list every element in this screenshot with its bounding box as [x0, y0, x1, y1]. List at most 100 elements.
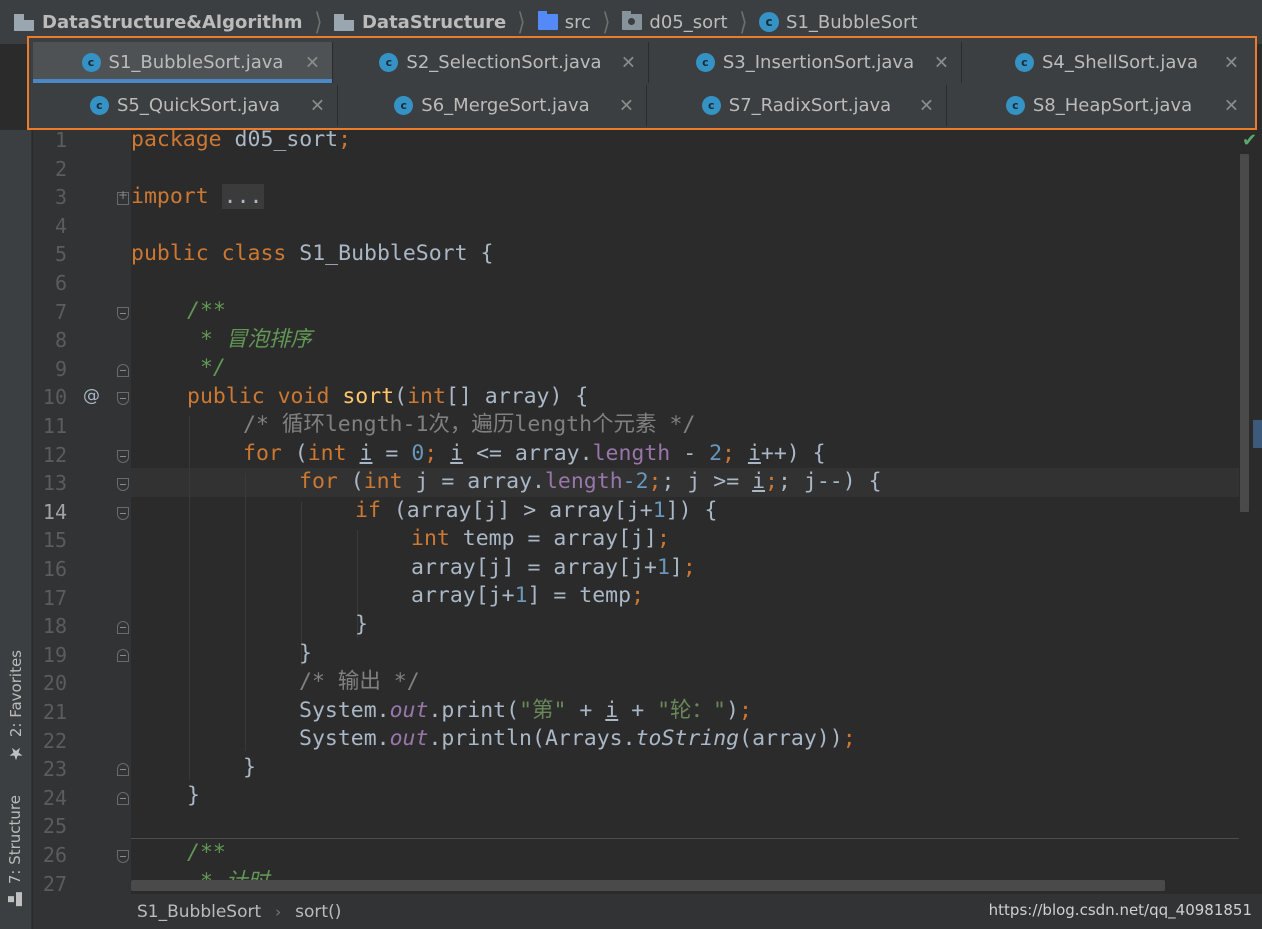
code-line-15: if (array[j] > array[j+1]) { — [355, 498, 718, 523]
line-number: 12 — [42, 442, 67, 467]
line-number: 15 — [42, 528, 67, 553]
code-line-19: } — [355, 612, 368, 637]
fold-collapse-icon[interactable] — [117, 478, 129, 491]
code-line-10: */ — [187, 355, 226, 380]
code-line-9: * 冒泡排序 — [187, 327, 312, 352]
line-number: 5 — [54, 242, 67, 267]
line-number: 9 — [54, 356, 67, 381]
close-icon[interactable]: ✕ — [919, 95, 934, 116]
class-icon: c — [379, 53, 399, 72]
line-number: 2 — [54, 156, 67, 181]
code-line-25: } — [187, 783, 200, 808]
line-number: 1 — [54, 130, 67, 152]
tab-s4-shellsort[interactable]: c S4_ShellSort.java ✕ — [962, 42, 1251, 83]
class-icon: c — [759, 12, 780, 32]
vertical-scrollbar-thumb[interactable] — [1240, 154, 1249, 512]
project-folder-icon — [14, 13, 36, 31]
class-icon: c — [89, 96, 109, 115]
tab-label: S8_HeapSort.java — [1032, 95, 1193, 116]
breadcrumb-separator: ❭ — [601, 9, 612, 34]
close-icon[interactable]: ✕ — [934, 52, 949, 73]
fold-collapse-icon[interactable] — [117, 850, 129, 863]
code-line-22: System.out.print("第" + i + "轮："); — [299, 698, 752, 723]
folded-imports[interactable]: ... — [221, 184, 265, 209]
line-number: 7 — [54, 299, 67, 324]
check-icon: ✔ — [1242, 130, 1258, 151]
breadcrumb-separator: ❭ — [312, 9, 323, 34]
tab-row-1: c S1_BubbleSort.java ✕ c S2_SelectionSor… — [33, 42, 1251, 83]
line-number: 13 — [42, 471, 67, 496]
editor-gutter[interactable]: 1 2 3 4 5 6 7 8 9 10 11 12 13 14 15 16 17 18 19 20 21 22 23 24 2… — [33, 130, 131, 894]
fold-expand-icon[interactable] — [117, 188, 129, 205]
fold-collapse-icon[interactable] — [117, 507, 129, 520]
code-line-1: package d05_sort; — [131, 130, 352, 152]
breadcrumb-project[interactable]: DataStructure&Algorithm — [14, 12, 303, 33]
structure-icon — [8, 892, 22, 906]
fold-end-icon[interactable] — [117, 792, 129, 805]
breadcrumb-class-name[interactable]: S1_BubbleSort — [137, 902, 261, 922]
tab-s5-quicksort[interactable]: c S5_QuickSort.java ✕ — [33, 85, 338, 126]
class-icon: c — [394, 96, 414, 115]
breadcrumb-class[interactable]: c S1_BubbleSort — [759, 12, 918, 33]
close-icon[interactable]: ✕ — [1224, 52, 1239, 73]
class-icon: c — [695, 53, 715, 72]
fold-end-icon[interactable] — [117, 649, 129, 662]
fold-collapse-icon[interactable] — [117, 307, 129, 320]
code-line-16: int temp = array[j]; — [411, 526, 670, 551]
code-line-18: array[j+1] = temp; — [411, 583, 645, 608]
caret-row-marker — [1253, 420, 1262, 448]
module-folder-icon — [333, 13, 356, 31]
close-icon[interactable]: ✕ — [1224, 95, 1239, 116]
close-icon[interactable]: ✕ — [310, 95, 325, 116]
line-number: 16 — [42, 557, 67, 581]
tab-s7-radixsort[interactable]: c S7_RadixSort.java ✕ — [647, 85, 947, 126]
editor-breadcrumb-bar: S1_BubbleSort › sort() https://blog.csdn… — [33, 894, 1262, 929]
error-stripe[interactable]: ✔ — [1239, 130, 1262, 894]
star-icon: ★ — [6, 743, 26, 764]
tab-row-2: c S5_QuickSort.java ✕ c S6_MergeSort.jav… — [33, 85, 1251, 126]
line-number: 24 — [42, 785, 67, 810]
fold-end-icon[interactable] — [117, 364, 129, 377]
close-icon[interactable]: ✕ — [621, 52, 636, 73]
code-line-13: for (int i = 0; i <= array.length - 2; i… — [243, 441, 826, 466]
tab-s2-selectionsort[interactable]: c S2_SelectionSort.java ✕ — [333, 42, 649, 83]
override-marker-icon[interactable]: @ — [83, 382, 100, 411]
line-number: 26 — [42, 843, 67, 867]
breadcrumb-package[interactable]: d05_sort — [622, 11, 728, 33]
tab-s6-mergesort[interactable]: c S6_MergeSort.java ✕ — [338, 85, 647, 126]
fold-collapse-icon[interactable] — [117, 392, 129, 405]
breadcrumb-src[interactable]: src — [537, 11, 591, 33]
close-icon[interactable]: ✕ — [619, 95, 634, 116]
line-number: 6 — [54, 271, 67, 295]
fold-end-icon[interactable] — [117, 763, 129, 776]
tab-label: S7_RadixSort.java — [728, 95, 892, 116]
code-line-6: public class S1_BubbleSort { — [131, 241, 494, 266]
tab-label: S1_BubbleSort.java — [108, 52, 284, 73]
code-line-21: /* 输出 */ — [299, 669, 420, 694]
class-icon: c — [701, 96, 721, 115]
line-number: 4 — [54, 213, 67, 238]
code-line-17: array[j] = array[j+1]; — [411, 555, 696, 580]
structure-tool-button[interactable]: 7: Structure — [6, 795, 24, 906]
line-number: 14 — [42, 499, 67, 524]
code-editor[interactable]: package d05_sort; import ... public clas… — [131, 130, 1239, 894]
tab-s3-insertionsort[interactable]: c S3_InsertionSort.java ✕ — [649, 42, 962, 83]
fold-collapse-icon[interactable] — [117, 450, 129, 463]
breadcrumb-method-name[interactable]: sort() — [295, 902, 341, 922]
code-line-8: /** — [187, 298, 226, 323]
code-line-3: import ... — [131, 184, 265, 209]
line-number: 21 — [42, 700, 67, 724]
tab-s8-heapsort[interactable]: c S8_HeapSort.java ✕ — [947, 85, 1251, 126]
favorites-tool-button[interactable]: ★ 2: Favorites — [6, 650, 26, 763]
breadcrumb-module[interactable]: DataStructure — [333, 12, 506, 33]
close-icon[interactable]: ✕ — [305, 52, 320, 73]
class-icon: c — [1014, 53, 1034, 72]
fold-end-icon[interactable] — [117, 621, 129, 634]
horizontal-scrollbar-thumb[interactable] — [131, 880, 1165, 891]
class-icon: c — [81, 53, 101, 72]
code-line-14: for (int j = array.length-2;; j >= i;; j… — [299, 469, 882, 494]
line-number: 11 — [42, 414, 67, 438]
line-number: 27 — [42, 871, 67, 894]
tab-label: S5_QuickSort.java — [116, 95, 281, 116]
tab-s1-bubblesort[interactable]: c S1_BubbleSort.java ✕ — [33, 42, 333, 83]
